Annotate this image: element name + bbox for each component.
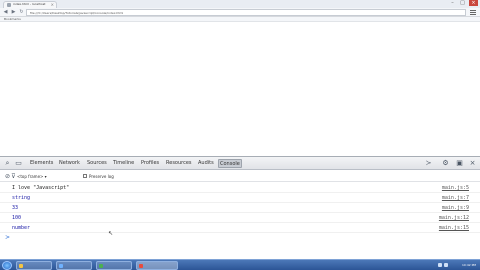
taskbar: 10:42 PM xyxy=(0,259,480,270)
app-icon xyxy=(99,264,103,268)
log-row: number main.js:15 xyxy=(0,223,480,233)
console-prompt[interactable]: > xyxy=(0,233,480,243)
log-source-link[interactable]: main.js:15 xyxy=(439,223,469,233)
tab-title: index.html - localhost xyxy=(13,2,46,6)
log-message: 100 xyxy=(12,215,22,221)
log-row: 100 main.js:12 xyxy=(0,213,480,223)
tab-close-icon[interactable]: × xyxy=(51,2,54,7)
preserve-log-checkbox[interactable] xyxy=(83,174,87,178)
mouse-cursor-icon: ↖ xyxy=(108,230,114,237)
taskbar-item[interactable] xyxy=(56,261,92,270)
app-icon xyxy=(19,264,23,268)
address-bar[interactable]: file:///C:/Users/Desktop/Tutorials/javas… xyxy=(26,9,466,16)
tab-timeline[interactable]: Timeline xyxy=(112,159,135,168)
console-drawer-icon[interactable]: ▭ xyxy=(14,159,23,168)
tab-network[interactable]: Network xyxy=(58,159,81,168)
tab-elements[interactable]: Elements xyxy=(29,159,54,168)
reload-icon[interactable]: ↻ xyxy=(18,9,25,16)
page-viewport xyxy=(0,22,480,156)
log-source-link[interactable]: main.js:9 xyxy=(442,203,469,213)
devtools-tab-bar: ⌕ ▭ Elements Network Sources Timeline Pr… xyxy=(0,157,480,170)
browser-titlebar: index.html - localhost × – □ × xyxy=(0,0,480,9)
back-icon[interactable]: ◀ xyxy=(2,9,9,16)
start-button[interactable] xyxy=(2,261,12,270)
close-icon[interactable]: × xyxy=(468,159,477,168)
favicon-icon xyxy=(7,3,11,7)
log-message: 33 xyxy=(12,205,19,211)
settings-icon[interactable]: ⚙ xyxy=(441,159,450,168)
log-message: number xyxy=(12,225,31,231)
chrome-icon xyxy=(139,264,143,268)
tab-console[interactable]: Console xyxy=(218,159,242,168)
tab-resources[interactable]: Resources xyxy=(165,159,193,168)
dock-icon[interactable]: ▣ xyxy=(455,159,464,168)
log-source-link[interactable]: main.js:12 xyxy=(439,213,469,223)
tab-profiles[interactable]: Profiles xyxy=(140,159,160,168)
system-tray: 10:42 PM xyxy=(438,261,478,270)
prompt-chevron-icon: > xyxy=(5,234,11,241)
log-message: I love "Javascript" xyxy=(12,185,70,191)
log-message: string xyxy=(12,195,31,201)
browser-toolbar: ◀ ▶ ↻ file:///C:/Users/Desktop/Tutorials… xyxy=(0,8,480,17)
log-source-link[interactable]: main.js:7 xyxy=(442,193,469,203)
frame-select[interactable]: <top frame> ▾ xyxy=(17,173,77,180)
url-text: file:///C:/Users/Desktop/Tutorials/javas… xyxy=(30,11,124,15)
tray-icon[interactable] xyxy=(444,263,448,267)
taskbar-item[interactable] xyxy=(16,261,52,270)
forward-icon[interactable]: ▶ xyxy=(10,9,17,16)
devtools-panel: ⌕ ▭ Elements Network Sources Timeline Pr… xyxy=(0,156,480,259)
frame-select-value: <top frame> xyxy=(17,174,44,179)
log-row: I love "Javascript" main.js:5 xyxy=(0,183,480,193)
console-toolbar: ⊘ ⊽ <top frame> ▾ Preserve log xyxy=(0,171,480,182)
log-row: 33 main.js:9 xyxy=(0,203,480,213)
taskbar-item-active[interactable] xyxy=(136,261,178,270)
tray-icon[interactable] xyxy=(438,263,442,267)
menu-icon[interactable] xyxy=(470,9,476,16)
tab-sources[interactable]: Sources xyxy=(86,159,108,168)
preserve-log-label: Preserve log xyxy=(89,174,114,179)
log-row: string main.js:7 xyxy=(0,193,480,203)
close-window-button[interactable]: × xyxy=(469,0,478,6)
search-icon[interactable]: ⌕ xyxy=(3,159,12,168)
maximize-button[interactable]: □ xyxy=(458,0,467,6)
log-source-link[interactable]: main.js:5 xyxy=(442,183,469,193)
clock: 10:42 PM xyxy=(462,263,476,267)
execute-icon[interactable]: ≻ xyxy=(424,159,433,168)
app-icon xyxy=(59,264,63,268)
chevron-down-icon: ▾ xyxy=(44,174,47,179)
taskbar-item[interactable] xyxy=(96,261,132,270)
tab-audits[interactable]: Audits xyxy=(197,159,215,168)
minimize-button[interactable]: – xyxy=(448,0,457,6)
